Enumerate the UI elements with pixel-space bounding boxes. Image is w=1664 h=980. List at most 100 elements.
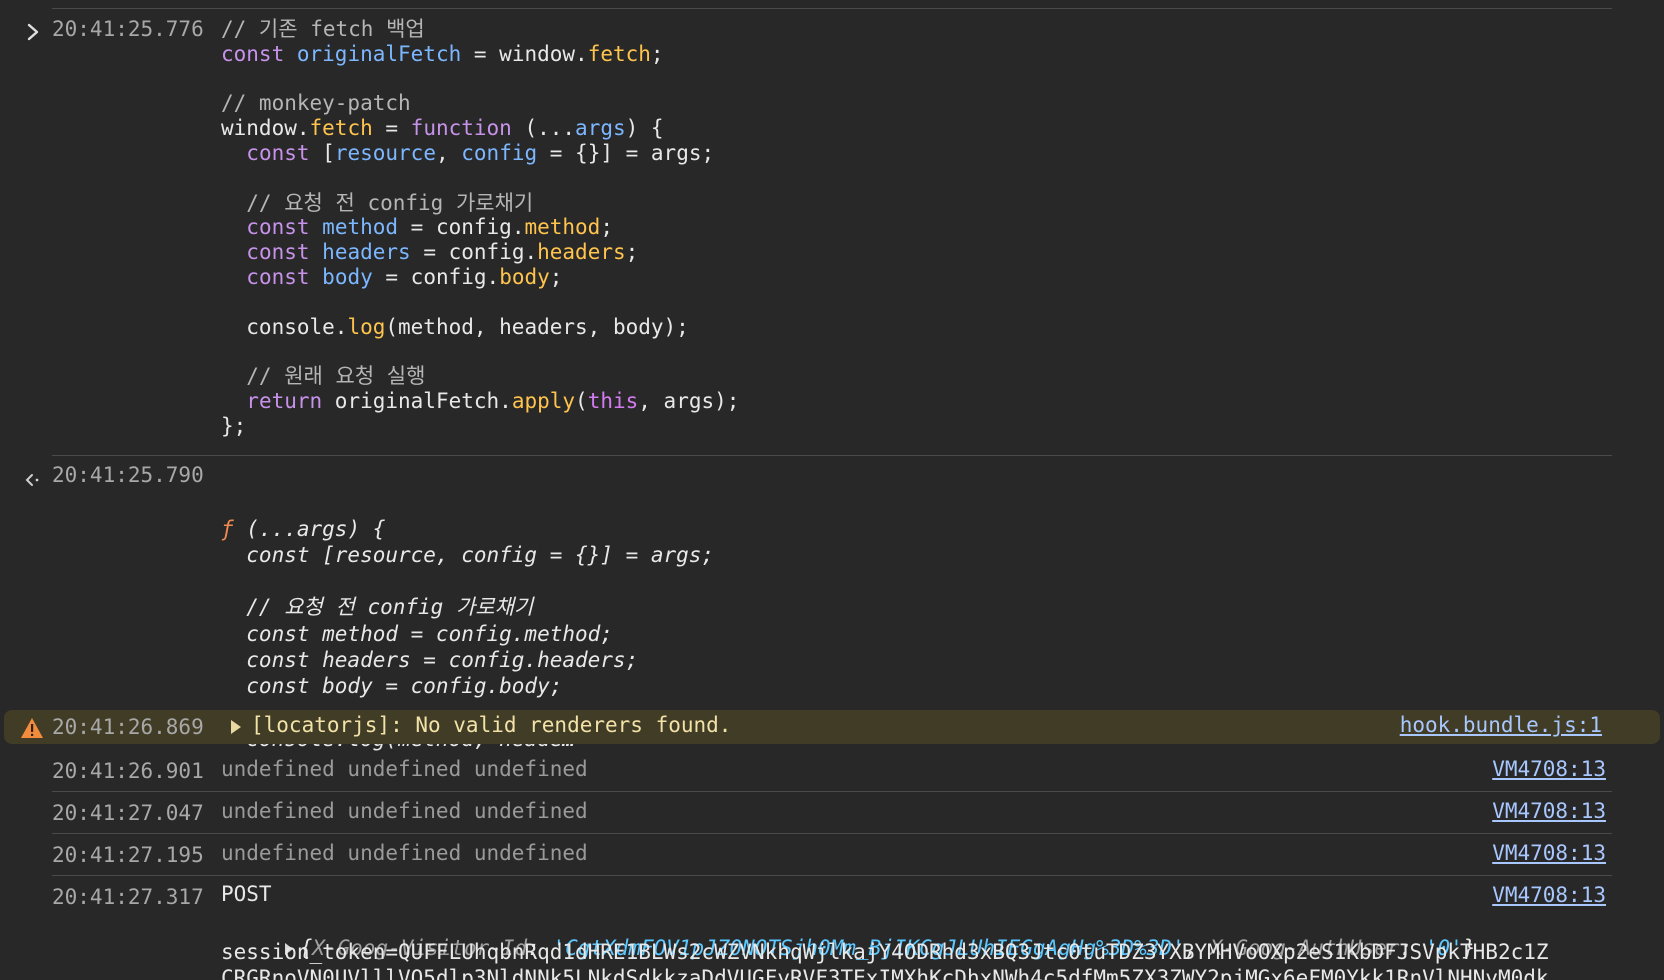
code-token: body (499, 264, 550, 289)
code-text: const [resource, config = {}] = args; (221, 542, 715, 567)
chevron-right-icon (27, 23, 39, 41)
warning-row[interactable]: 20:41:26.869 [locatorjs]: No valid rende… (4, 710, 1660, 744)
code-token: return (246, 388, 323, 413)
timestamp: 20:41:27.047 (52, 801, 204, 825)
code-token: ) { (625, 116, 664, 141)
log-message: POST (221, 882, 272, 906)
log-row[interactable]: 20:41:27.047 undefined undefined undefin… (0, 798, 1664, 832)
code-token: apply (511, 388, 576, 413)
code-text: // 요청 전 config 가로채기 (221, 595, 534, 620)
code-token: ( (575, 388, 588, 413)
source-link[interactable]: VM4708:13 (1492, 841, 1606, 865)
code-token: body (322, 264, 373, 289)
code-line: const [resource, config = {}] = args; (221, 141, 739, 166)
code-token: this (587, 388, 639, 413)
code-token: headers (537, 240, 626, 265)
input-code-block[interactable]: // 기존 fetch 백업 const originalFetch = wind… (221, 17, 739, 439)
code-token: (... (511, 116, 576, 141)
divider (52, 455, 1612, 456)
timestamp: 20:41:26.869 (52, 715, 204, 739)
warning-message: [locatorjs]: No valid renderers found. (251, 713, 732, 737)
code-token: [ (309, 140, 335, 165)
code-token: originalFetch. (322, 388, 512, 413)
code-line: // monkey-patch (221, 91, 739, 116)
code-line: console.log(method, headers, body); (221, 315, 739, 340)
code-token: originalFetch (296, 41, 462, 66)
warning-triangle-icon (21, 718, 43, 738)
code-text: (...args) { (233, 516, 386, 541)
code-token: , (435, 140, 462, 165)
code-token: = (372, 116, 411, 141)
code-line: const [resource, config = {}] = args; (221, 542, 714, 568)
code-token: ; (549, 264, 563, 289)
function-symbol: ƒ (221, 516, 234, 541)
code-token: resource (334, 140, 436, 165)
divider (52, 875, 1612, 876)
code-token: const (246, 240, 310, 265)
code-line: }; (221, 414, 739, 439)
timestamp: 20:41:27.317 (52, 885, 204, 909)
body-text-line: CRGRnoVN0UVlllVQ5dlp3NldNNk5LNkdSdkkzaDd… (221, 966, 1549, 980)
code-token: window. (221, 116, 310, 141)
log-message: undefined undefined undefined (221, 841, 588, 865)
code-token: fetch (309, 116, 373, 141)
code-token: headers (322, 240, 411, 265)
code-token: = config. (398, 215, 525, 240)
timestamp: 20:41:25.776 (52, 17, 204, 41)
code-line: // 요청 전 config 가로채기 (221, 191, 739, 216)
code-token: const (221, 41, 285, 66)
code-line: const headers = config.headers; (221, 240, 739, 265)
code-token: method (524, 215, 601, 240)
code-token: ; (650, 41, 664, 66)
code-token: fetch (587, 41, 651, 66)
log-row[interactable]: 20:41:26.901 undefined undefined undefin… (0, 756, 1664, 790)
code-text: const body = config.body; (221, 674, 563, 699)
code-line: const body = config.body; (221, 265, 739, 290)
code-token: // 원래 요청 실행 (221, 364, 426, 389)
code-line: // 기존 fetch 백업 (221, 17, 739, 42)
expand-triangle-icon[interactable] (230, 720, 242, 734)
source-link[interactable]: hook.bundle.js:1 (1400, 713, 1602, 737)
timestamp: 20:41:26.901 (52, 759, 204, 783)
code-line: // 요청 전 config 가로채기 (221, 594, 714, 620)
code-token: args (575, 116, 626, 141)
code-token: (method, headers, body); (385, 314, 689, 339)
code-token: = window. (461, 41, 588, 66)
code-token: = config. (372, 264, 500, 289)
source-link[interactable]: VM4708:13 (1492, 799, 1606, 823)
log-message: undefined undefined undefined (221, 799, 588, 823)
code-token: }; (221, 413, 247, 438)
code-token: ; (625, 240, 639, 265)
result-function-preview[interactable]: ƒ (...args) { const [resource, config = … (221, 463, 714, 805)
code-line: const method = config.method; (221, 215, 739, 240)
log-message: undefined undefined undefined (221, 757, 588, 781)
divider (52, 8, 1612, 9)
code-token: console. (221, 314, 348, 339)
code-token: // 요청 전 config 가로채기 (221, 190, 534, 215)
code-token: const (246, 215, 310, 240)
source-link[interactable]: VM4708:13 (1492, 883, 1606, 907)
return-arrow-icon (25, 474, 39, 486)
code-token: log (347, 314, 386, 339)
source-link[interactable]: VM4708:13 (1492, 757, 1606, 781)
code-token: function (410, 116, 512, 141)
timestamp: 20:41:27.195 (52, 843, 204, 867)
code-token: method (322, 215, 399, 240)
log-row-post[interactable]: 20:41:27.317 POST VM4708:13 {X-Goog-Visi… (0, 882, 1664, 980)
code-line: ƒ (...args) { (221, 516, 714, 542)
code-token: // 기존 fetch 백업 (221, 17, 425, 41)
code-token: , args); (638, 388, 740, 413)
code-token: const (246, 140, 310, 165)
code-line: const originalFetch = window.fetch; (221, 42, 739, 67)
log-row[interactable]: 20:41:27.195 undefined undefined undefin… (0, 840, 1664, 874)
